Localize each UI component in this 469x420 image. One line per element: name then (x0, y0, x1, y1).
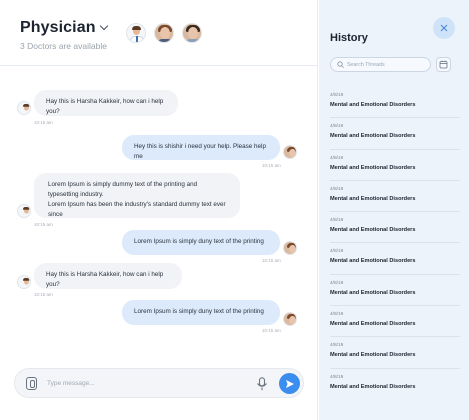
available-doctors (126, 23, 202, 43)
incoming-message: Hay this is Harsha Kakkeir, how can i he… (34, 263, 182, 289)
history-date: 4/8/19 (330, 249, 344, 255)
history-item[interactable]: 4/8/19 Mental and Emotional Disorders (330, 337, 460, 369)
history-topic: Mental and Emotional Disorders (330, 102, 416, 108)
message-time: 10:15 am (34, 222, 53, 227)
search-icon (337, 61, 344, 68)
doctor-avatar (17, 204, 31, 218)
chat-panel: Physician 3 Doctors are available Hay th… (0, 0, 318, 420)
search-input[interactable] (347, 60, 427, 70)
send-icon (285, 379, 294, 388)
search-threads (330, 57, 431, 72)
history-date: 4/8/19 (330, 312, 344, 318)
message-input[interactable] (47, 377, 247, 390)
history-date: 4/8/19 (330, 155, 344, 161)
message-text: Hey this is shishir i need your help. Pl… (134, 143, 266, 160)
history-topic: Mental and Emotional Disorders (330, 195, 416, 202)
history-title: History (330, 32, 368, 44)
message-text: Hay this is Harsha Kakkeir, how can i he… (46, 98, 164, 115)
history-date: 4/8/19 (330, 124, 344, 130)
incoming-message: Hay this is Harsha Kakkeir, how can i he… (34, 90, 178, 116)
message-text: Lorem Ipsum has been the industry's stan… (48, 201, 226, 218)
history-item[interactable]: 4/8/19 Mental and Emotional Disorders (330, 243, 460, 275)
message-text: Lorem Ipsum is simply duny text of the p… (134, 238, 264, 245)
page-title: Physician (20, 19, 96, 36)
history-topic: Mental and Emotional Disorders (330, 227, 416, 234)
history-item[interactable]: 4/8/19 Mental and Emotional Disorders (330, 150, 460, 181)
send-button[interactable] (279, 373, 300, 394)
history-item[interactable]: 4/8/19 Mental and Emotional Disorders (330, 181, 460, 213)
user-avatar (283, 312, 297, 326)
history-date: 4/8/19 (330, 93, 344, 98)
history-item[interactable]: 4/8/19 Mental and Emotional Disorders (330, 212, 460, 244)
message-time: 10:15 am (34, 120, 53, 125)
history-item[interactable]: 4/8/19 Mental and Emotional Disorders (330, 275, 460, 307)
outgoing-message: Lorem Ipsum is simply duny text of the p… (122, 230, 280, 255)
message-text: Lorem Ipsum is simply dummy text of the … (48, 181, 198, 198)
doctor-avatar (17, 101, 31, 115)
user-avatar (283, 241, 297, 255)
available-doctors-count: 3 Doctors are available (20, 41, 107, 51)
chevron-down-icon[interactable] (99, 21, 108, 31)
history-date: 4/8/19 (330, 280, 344, 286)
doctor-avatar (17, 275, 31, 289)
user-avatar (283, 145, 297, 159)
message-time: 10:15 am (262, 163, 281, 168)
history-topic: Mental and Emotional Disorders (330, 383, 416, 390)
close-button[interactable] (433, 17, 455, 39)
chat-header: Physician 3 Doctors are available (0, 0, 318, 66)
history-topic: Mental and Emotional Disorders (330, 258, 416, 265)
history-panel: History 4/8/19 Mental and Emotional Disor… (319, 0, 469, 420)
doctor-avatar[interactable] (154, 23, 174, 43)
message-time: 10:15 am (34, 292, 53, 297)
message-time: 10:15 am (262, 328, 281, 333)
history-item[interactable]: 4/8/19 Mental and Emotional Disorders (330, 87, 460, 119)
outgoing-message: Hey this is shishir i need your help. Pl… (122, 135, 280, 160)
physician-selector[interactable]: Physician (20, 19, 108, 37)
message-time: 10:15 am (262, 258, 281, 263)
history-topic: Mental and Emotional Disorders (330, 133, 416, 140)
calendar-icon (439, 60, 448, 69)
history-item[interactable]: 4/8/19 Mental and Emotional Disorders (330, 306, 460, 338)
incoming-message: Lorem Ipsum is simply dummy text of the … (34, 173, 240, 218)
history-topic: Mental and Emotional Disorders (330, 289, 416, 296)
history-topic: Mental and Emotional Disorders (330, 352, 416, 359)
history-date: 4/8/19 (330, 343, 344, 349)
history-date: 4/8/19 (330, 186, 344, 192)
history-item[interactable]: 4/8/19 Mental and Emotional Disorders (330, 118, 460, 150)
microphone-icon[interactable] (256, 377, 268, 391)
outgoing-message: Lorem Ipsum is simply duny text of the p… (122, 300, 280, 325)
history-item[interactable]: 4/8/19 Mental and Emotional Disorders (330, 369, 460, 400)
message-text: Hay this is Harsha Kakkeir, how can i he… (46, 271, 164, 288)
doctor-avatar[interactable] (182, 23, 202, 43)
calendar-button[interactable] (436, 57, 451, 72)
doctor-avatar[interactable] (126, 23, 146, 43)
history-topic: Mental and Emotional Disorders (330, 321, 416, 328)
history-date: 4/8/19 (330, 218, 344, 224)
message-composer (14, 368, 304, 398)
history-list: 4/8/19 Mental and Emotional Disorders 4/8… (330, 87, 460, 400)
close-icon (440, 24, 448, 32)
history-date: 4/8/19 (330, 374, 344, 380)
history-topic: Mental and Emotional Disorders (330, 164, 416, 171)
message-text: Lorem Ipsum is simply duny text of the p… (134, 308, 264, 315)
attachment-icon[interactable] (26, 377, 37, 390)
